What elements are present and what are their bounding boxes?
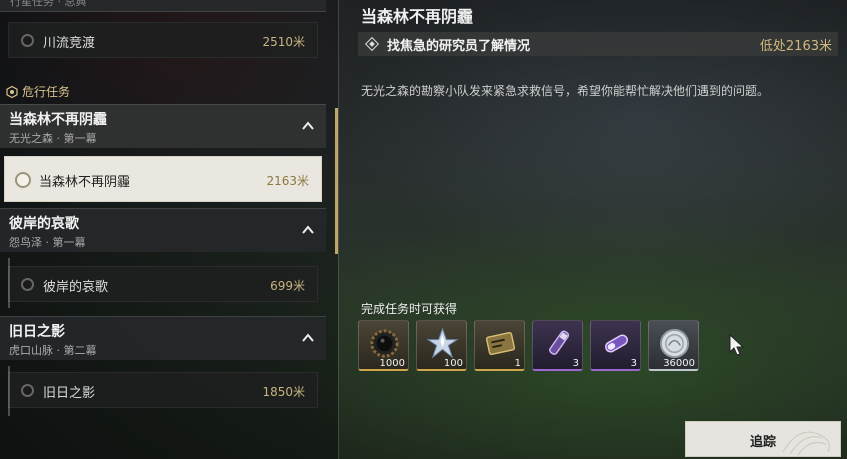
- list-item-distance: 2163米: [266, 174, 309, 188]
- quest-group-header-2[interactable]: 旧日之影 虎口山脉 · 第二幕: [0, 316, 326, 360]
- reward-item[interactable]: 100: [416, 320, 467, 371]
- quest-description: 无光之森的勘察小队发来紧急求救信号，希望你能帮忙解决他们遇到的问题。: [361, 84, 770, 98]
- mouse-cursor-icon: [729, 334, 745, 356]
- reward-item[interactable]: 1000: [358, 320, 409, 371]
- section-title-label: 危行任务: [22, 85, 71, 99]
- quest-group-subtitle: 无光之森 · 第一幕: [9, 132, 97, 145]
- chevron-up-icon[interactable]: [302, 224, 314, 236]
- chevron-up-icon[interactable]: [302, 332, 314, 344]
- list-item-name: 旧日之影: [43, 386, 96, 401]
- objective-text: 找焦急的研究员了解情况: [387, 39, 531, 54]
- reward-quantity: 1: [514, 358, 521, 369]
- rewards-label: 完成任务时可获得: [361, 302, 458, 316]
- list-item-bian[interactable]: 彼岸的哀歌 699米: [8, 266, 318, 302]
- list-item-jiuri[interactable]: 旧日之影 1850米: [8, 372, 318, 408]
- reward-quantity: 1000: [379, 358, 405, 369]
- purple-capsule-icon: [605, 334, 628, 353]
- ticket-icon: [485, 331, 516, 356]
- reward-quantity: 3: [630, 358, 637, 369]
- quest-group-title: 彼岸的哀歌: [9, 216, 79, 232]
- objective-row: 找焦急的研究员了解情况 低处2163米: [358, 32, 838, 56]
- status-ring-icon: [21, 278, 34, 291]
- list-item-distance: 2510米: [262, 35, 305, 49]
- list-item-name: 彼岸的哀歌: [43, 280, 109, 295]
- reward-item[interactable]: 3: [532, 320, 583, 371]
- objective-distance: 低处2163米: [759, 39, 832, 54]
- silver-coin-icon: [659, 328, 690, 359]
- list-item-distance: 699米: [270, 279, 305, 293]
- previous-group-stub-text: 行星任务 · 总典: [10, 0, 87, 8]
- track-button[interactable]: 追踪: [685, 421, 841, 457]
- reward-quantity: 36000: [663, 358, 695, 369]
- quest-group-title: 当森林不再阴霾: [9, 112, 107, 128]
- status-ring-icon: [15, 172, 31, 188]
- quest-group-title: 旧日之影: [9, 324, 65, 340]
- subitem-indent-bar: [8, 258, 10, 308]
- crystal-shard-icon: [426, 327, 459, 359]
- objective-diamond-icon: [364, 36, 380, 52]
- quest-group-header-0[interactable]: 当森林不再阴霾 无光之森 · 第一幕: [0, 104, 326, 148]
- reward-quantity: 100: [443, 358, 463, 369]
- quest-detail-title: 当森林不再阴霾: [361, 7, 474, 26]
- list-item-distance: 1850米: [262, 385, 305, 399]
- status-ring-icon: [21, 34, 34, 47]
- quest-list: 行星任务 · 总典 川流竞渡 2510米 危行任务 当森林不再阴霾 无光之森 ·…: [0, 0, 338, 459]
- gear-core-icon: [370, 329, 399, 358]
- right-panel-background: [338, 0, 847, 459]
- quest-group-subtitle: 怨鸟泽 · 第一幕: [9, 236, 86, 249]
- chevron-up-icon[interactable]: [302, 120, 314, 132]
- purple-vial-icon: [549, 330, 570, 355]
- reward-item[interactable]: 1: [474, 320, 525, 371]
- reward-item[interactable]: 3: [590, 320, 641, 371]
- reward-quantity: 3: [572, 358, 579, 369]
- subitem-indent-bar: [8, 366, 10, 416]
- panel-divider: [338, 0, 339, 459]
- track-button-label: 追踪: [749, 435, 776, 450]
- rewards-list: 1000 100 1 3 3 36000: [358, 320, 699, 371]
- previous-group-header[interactable]: 行星任务 · 总典: [0, 0, 326, 12]
- quest-group-subtitle: 虎口山脉 · 第二幕: [9, 344, 97, 357]
- section-title: 危行任务: [6, 83, 70, 100]
- selection-accent-bar: [335, 108, 338, 254]
- hex-gear-icon: [6, 85, 18, 98]
- list-item-name: 当森林不再阴霾: [39, 175, 131, 190]
- status-ring-icon: [21, 384, 34, 397]
- list-item-chuanliu[interactable]: 川流竞渡 2510米: [8, 22, 318, 58]
- quest-group-header-1[interactable]: 彼岸的哀歌 怨鸟泽 · 第一幕: [0, 208, 326, 252]
- list-item-selected[interactable]: 当森林不再阴霾 2163米: [4, 156, 322, 202]
- reward-item[interactable]: 36000: [648, 320, 699, 371]
- list-item-name: 川流竞渡: [43, 36, 96, 51]
